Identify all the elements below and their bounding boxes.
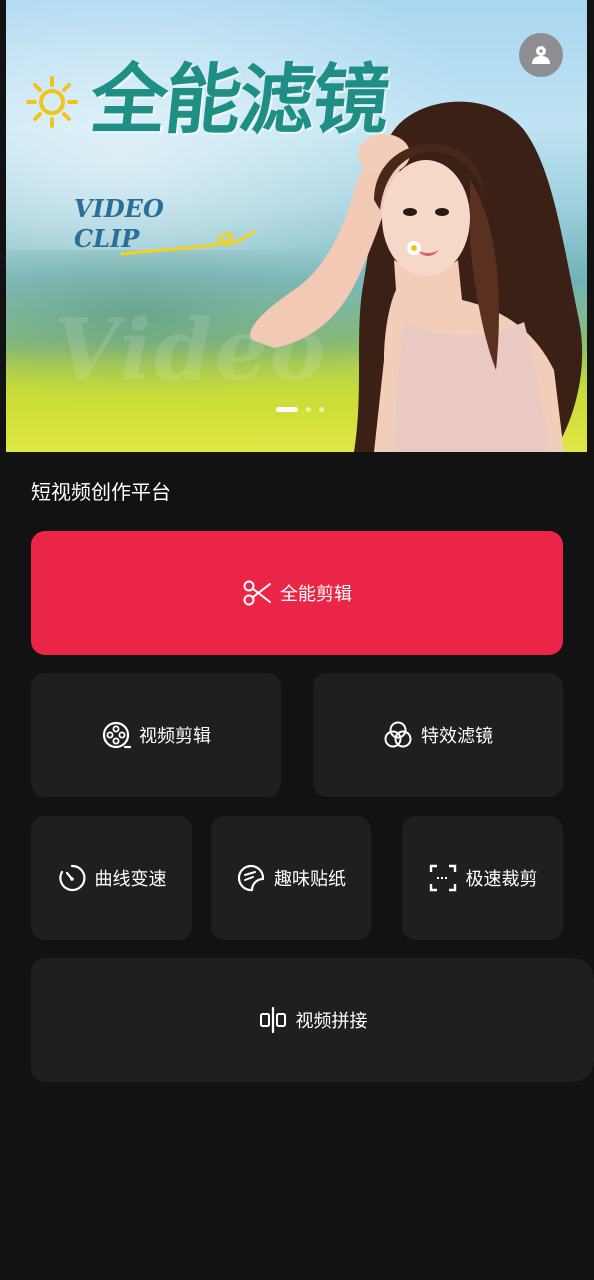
curve-speed-button[interactable]: 曲线变速: [31, 816, 192, 940]
carousel-dot-3[interactable]: [319, 407, 324, 412]
effects-filter-label: 特效滤镜: [421, 726, 493, 747]
video-join-label: 视频拼接: [295, 1011, 368, 1032]
app-screen: Video 全能滤镜 VIDEO CLIP 短视频创作平台 全能剪辑 视频剪辑 …: [0, 0, 594, 1280]
sun-icon: [26, 76, 78, 128]
carousel-dot-2[interactable]: [306, 407, 311, 412]
curve-speed-label: 曲线变速: [94, 869, 167, 890]
model-photo: [250, 101, 583, 452]
promo-banner[interactable]: Video 全能滤镜 VIDEO CLIP: [6, 0, 587, 452]
color-circles-icon: [383, 720, 413, 750]
quick-crop-button[interactable]: 极速裁剪: [402, 816, 563, 940]
carousel-dot-1[interactable]: [276, 407, 298, 412]
scissors-icon: [242, 578, 272, 608]
section-title: 短视频创作平台: [31, 480, 171, 504]
video-edit-label: 视频剪辑: [139, 726, 211, 747]
crop-frame-icon: [428, 863, 458, 893]
stopwatch-icon: [57, 863, 87, 893]
film-reel-icon: [101, 720, 131, 750]
carousel-indicator: [276, 407, 324, 412]
quick-crop-label: 极速裁剪: [465, 869, 538, 890]
split-join-icon: [258, 1005, 288, 1035]
all-edit-button[interactable]: 全能剪辑: [31, 531, 563, 655]
user-icon: [532, 46, 550, 64]
video-join-button[interactable]: 视频拼接: [31, 958, 594, 1082]
sticker-icon: [236, 863, 266, 893]
profile-button[interactable]: [519, 33, 563, 77]
effects-filter-button[interactable]: 特效滤镜: [313, 673, 563, 797]
banner-subtitle-line1: VIDEO: [74, 194, 164, 223]
all-edit-label: 全能剪辑: [280, 584, 352, 605]
fun-sticker-button[interactable]: 趣味贴纸: [211, 816, 371, 940]
fun-sticker-label: 趣味贴纸: [274, 869, 346, 890]
video-edit-button[interactable]: 视频剪辑: [31, 673, 281, 797]
